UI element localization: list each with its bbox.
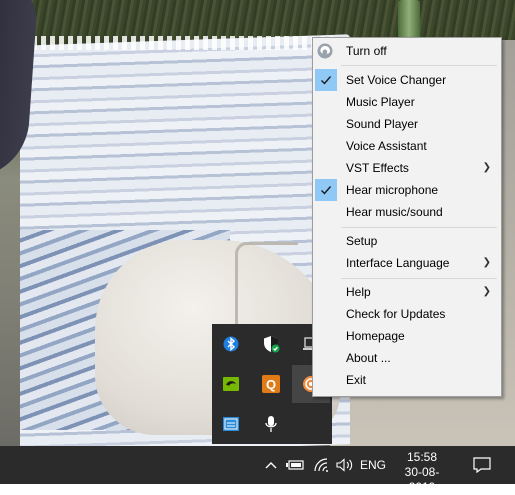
menu-item-hear-microphone[interactable]: Hear microphone [313, 179, 501, 201]
voice-changer-app-icon [317, 43, 333, 66]
chevron-right-icon: ❯ [482, 162, 491, 173]
wifi-icon[interactable] [311, 446, 331, 484]
menu-item-label: Voice Assistant [346, 139, 427, 153]
menu-item-label: Help [346, 285, 371, 299]
menu-item-vst-effects[interactable]: VST Effects ❯ [313, 157, 501, 179]
menu-item-homepage[interactable]: Homepage [313, 325, 501, 347]
menu-item-label: Check for Updates [346, 307, 446, 321]
menu-item-voice-assistant[interactable]: Voice Assistant [313, 135, 501, 157]
chevron-up-icon[interactable] [262, 446, 280, 484]
menu-item-label: Music Player [346, 95, 415, 109]
volume-icon[interactable] [334, 446, 356, 484]
notification-icon[interactable] [470, 446, 494, 484]
menu-item-label: Hear microphone [346, 183, 439, 197]
menu-item-setup[interactable]: Setup [313, 230, 501, 252]
security-shield-icon[interactable] [252, 325, 290, 363]
menu-item-exit[interactable]: Exit [313, 369, 501, 391]
wallpaper-blanket-fringe [14, 36, 334, 50]
svg-text:Q: Q [266, 377, 276, 392]
menu-item-help[interactable]: Help ❯ [313, 281, 501, 303]
menu-item-label: About ... [346, 351, 391, 365]
wallpaper-bottle [398, 0, 420, 40]
taskbar: ENG 15:58 30-08-2019 [0, 446, 515, 494]
clock-date: 30-08-2019 [404, 465, 440, 494]
menu-item-set-voice-changer[interactable]: Set Voice Changer [313, 69, 501, 91]
menu-item-label: Turn off [346, 44, 387, 58]
menu-separator [341, 65, 497, 66]
clock-time: 15:58 [406, 450, 438, 464]
q-app-icon[interactable]: Q [252, 365, 290, 403]
menu-item-label: Interface Language [346, 256, 450, 270]
language-indicator[interactable]: ENG [358, 446, 388, 484]
network-adapter-icon[interactable] [212, 405, 250, 443]
voice-changer-context-menu: Turn off Set Voice Changer Music Player … [312, 37, 502, 397]
checkmark-icon [315, 179, 337, 201]
menu-separator [341, 278, 497, 279]
menu-item-hear-music-sound[interactable]: Hear music/sound [313, 201, 501, 223]
menu-item-label: Exit [346, 373, 367, 387]
menu-item-music-player[interactable]: Music Player [313, 91, 501, 113]
menu-item-check-for-updates[interactable]: Check for Updates [313, 303, 501, 325]
menu-item-sound-player[interactable]: Sound Player [313, 113, 501, 135]
menu-item-turn-off[interactable]: Turn off [313, 40, 501, 62]
menu-item-label: Set Voice Changer [346, 73, 447, 87]
battery-icon[interactable] [285, 446, 307, 484]
menu-item-label: Setup [346, 234, 378, 248]
wallpaper-pillow-seam [235, 242, 298, 325]
nvidia-icon[interactable] [212, 365, 250, 403]
chevron-right-icon: ❯ [482, 286, 491, 297]
checkmark-icon [315, 69, 337, 91]
menu-item-about[interactable]: About ... [313, 347, 501, 369]
menu-item-interface-language[interactable]: Interface Language ❯ [313, 252, 501, 274]
menu-separator [341, 227, 497, 228]
menu-item-label: Hear music/sound [346, 205, 443, 219]
menu-item-label: Sound Player [346, 117, 419, 131]
bluetooth-icon[interactable] [212, 325, 250, 363]
menu-item-label: Homepage [346, 329, 405, 343]
clock[interactable]: 15:58 30-08-2019 [394, 450, 450, 495]
microphone-icon[interactable] [252, 405, 290, 443]
menu-item-label: VST Effects [346, 161, 409, 175]
chevron-right-icon: ❯ [482, 257, 491, 268]
